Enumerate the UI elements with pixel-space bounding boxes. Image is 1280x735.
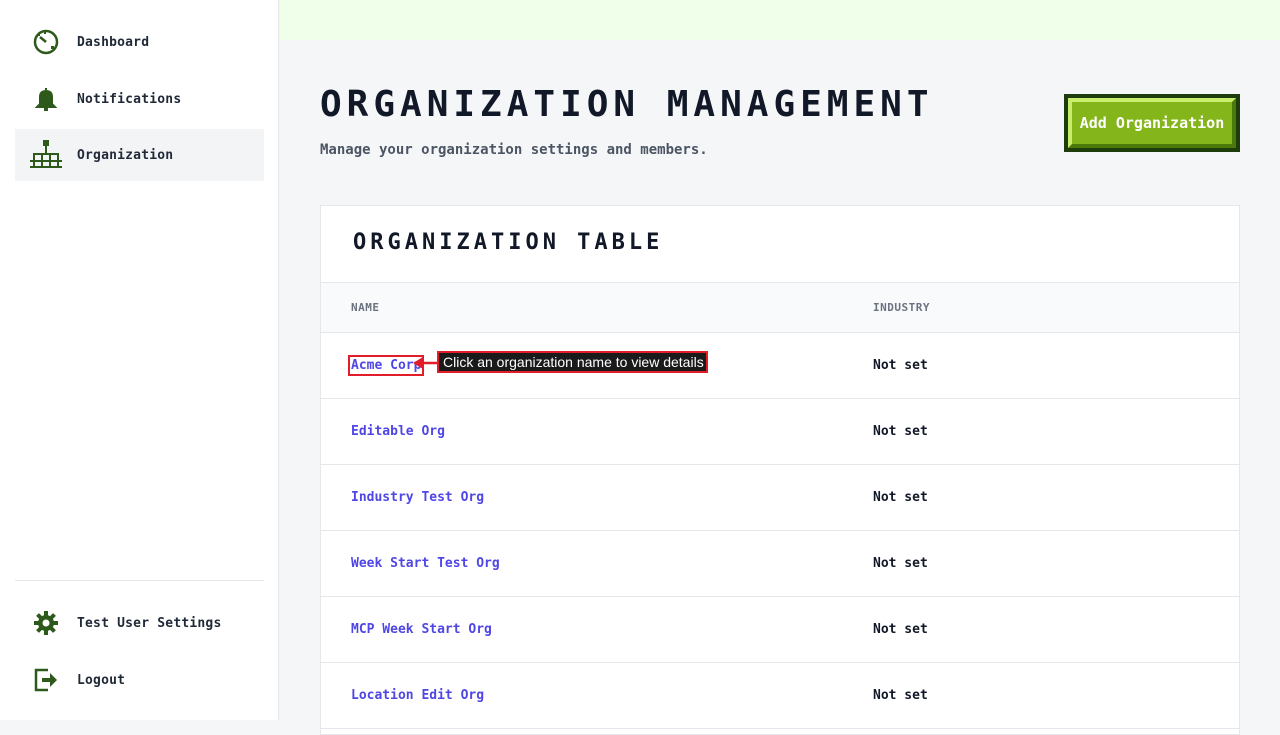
hint-callout: Click an organization name to view detai… — [437, 351, 708, 373]
sidebar-item-label: Organization — [77, 147, 174, 163]
add-organization-button[interactable]: Add Organization — [1064, 94, 1240, 152]
top-banner — [280, 0, 1280, 40]
page-title: Organization Management — [320, 84, 934, 125]
organization-industry: Not set — [873, 424, 928, 439]
organization-name-link[interactable]: MCP Week Start Org — [351, 622, 492, 637]
dashboard-icon — [30, 26, 62, 58]
sidebar-item-settings[interactable]: Test User Settings — [15, 597, 264, 649]
sidebar-item-label: Logout — [77, 672, 126, 688]
bell-icon — [30, 83, 62, 115]
organization-table-card: Organization Table Name Industry Acme Co… — [320, 205, 1240, 735]
organization-name-link[interactable]: Industry Test Org — [351, 490, 484, 505]
sidebar-item-label: Test User Settings — [77, 615, 222, 631]
table-row: Location Edit Org Not set — [321, 663, 1239, 729]
org-chart-icon — [30, 139, 62, 171]
sidebar-item-notifications[interactable]: Notifications — [15, 73, 264, 125]
sidebar: Dashboard Notifications Organization Tes… — [0, 0, 279, 720]
sidebar-item-dashboard[interactable]: Dashboard — [15, 16, 264, 68]
gear-icon — [30, 607, 62, 639]
organization-name-link[interactable]: Acme Corp — [347, 355, 425, 376]
organization-name-link[interactable]: Location Edit Org — [351, 688, 484, 703]
organization-industry: Not set — [873, 490, 928, 505]
table-row: Industry Test Org Not set — [321, 465, 1239, 531]
organization-name-link[interactable]: Editable Org — [351, 424, 445, 439]
column-header-name: Name — [351, 301, 380, 314]
logout-icon — [30, 664, 62, 696]
sidebar-item-logout[interactable]: Logout — [15, 654, 264, 706]
table-row: MCP Week Start Org Not set — [321, 597, 1239, 663]
page-subtitle: Manage your organization settings and me… — [320, 142, 708, 158]
column-header-industry: Industry — [873, 301, 930, 314]
table-header: Name Industry — [321, 282, 1239, 333]
organization-industry: Not set — [873, 622, 928, 637]
organization-name-link[interactable]: Week Start Test Org — [351, 556, 500, 571]
organization-industry: Not set — [873, 688, 928, 703]
sidebar-item-label: Dashboard — [77, 34, 150, 50]
sidebar-item-organization[interactable]: Organization — [15, 129, 264, 181]
sidebar-item-label: Notifications — [77, 91, 182, 107]
table-title: Organization Table — [353, 230, 664, 255]
organization-industry: Not set — [873, 556, 928, 571]
add-organization-label: Add Organization — [1068, 98, 1236, 148]
sidebar-divider — [15, 580, 264, 581]
callout-arrow-icon — [413, 357, 439, 369]
organization-industry: Not set — [873, 358, 928, 373]
table-row: Week Start Test Org Not set — [321, 531, 1239, 597]
table-row: Editable Org Not set — [321, 399, 1239, 465]
